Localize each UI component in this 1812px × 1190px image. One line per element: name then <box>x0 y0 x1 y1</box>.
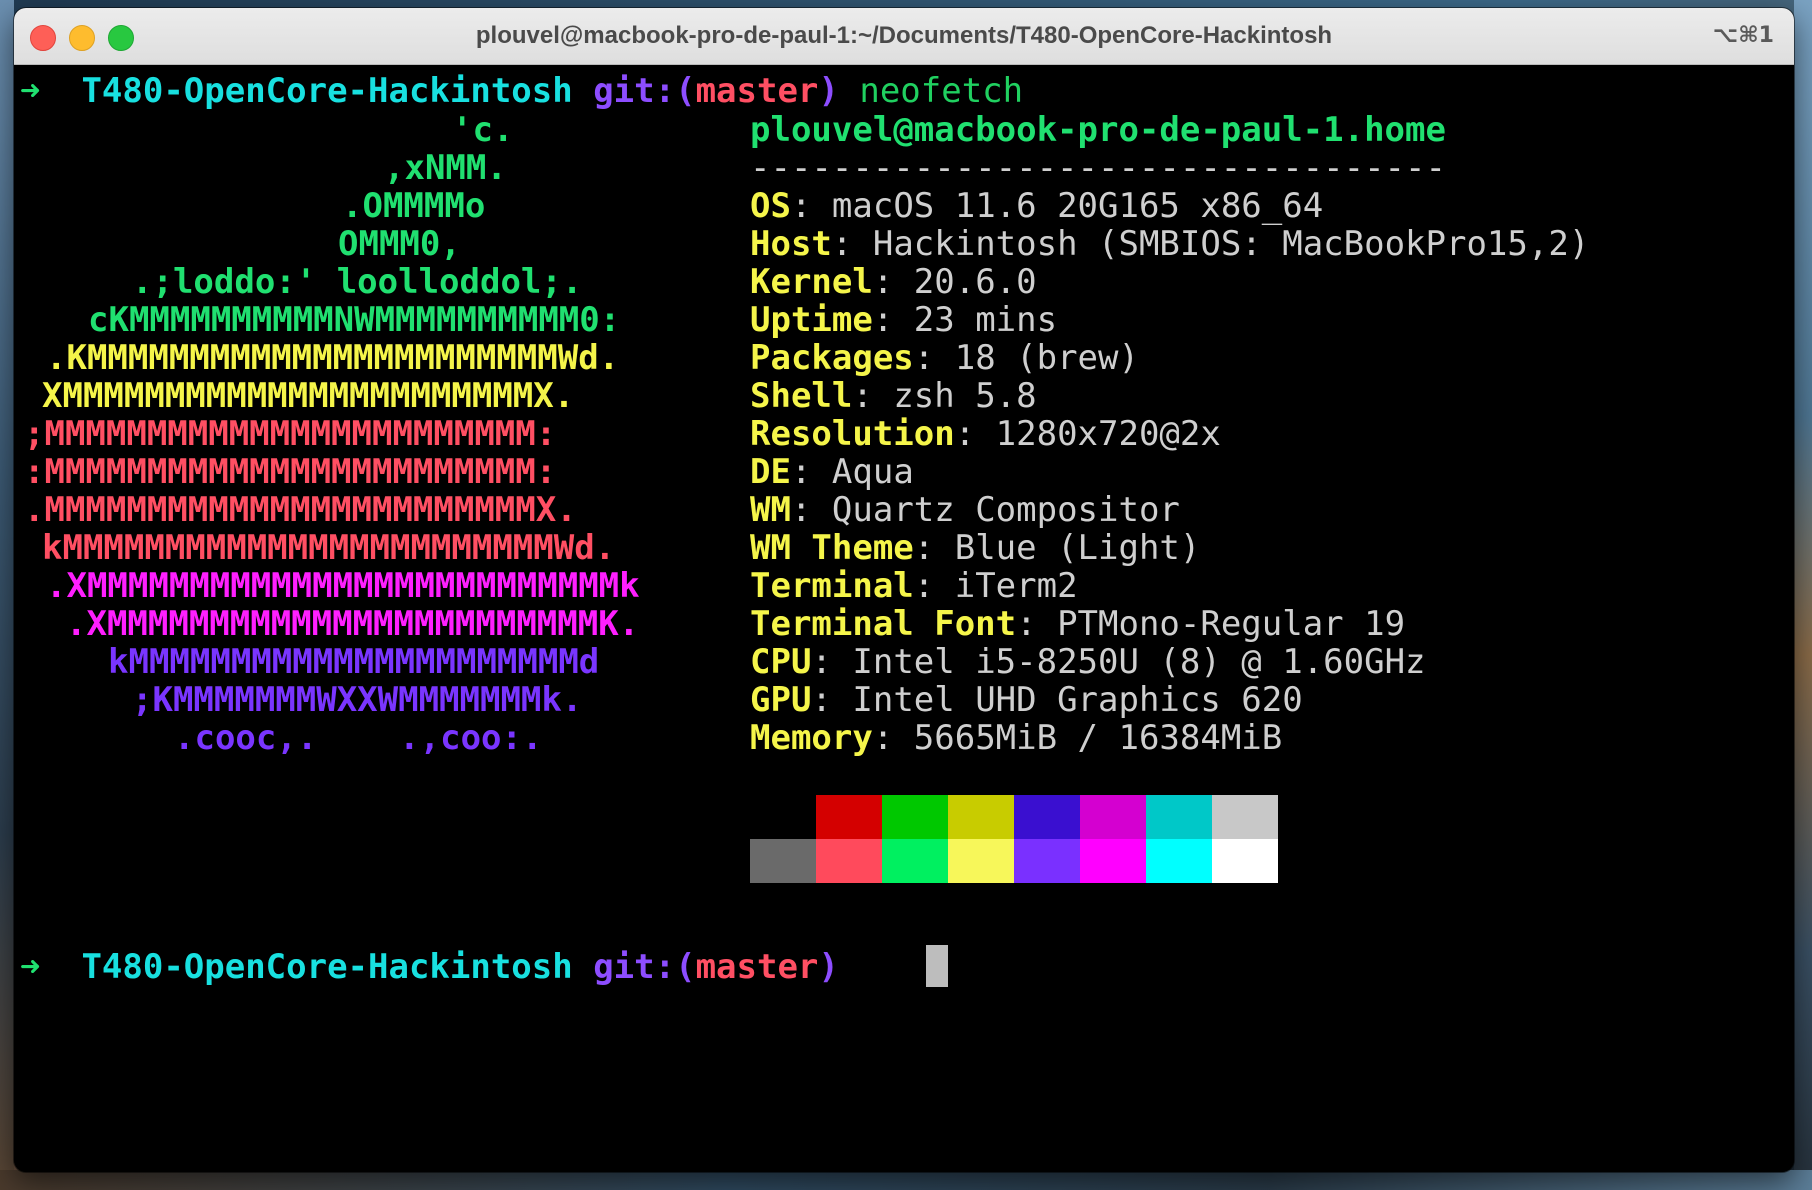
color-palette-bright <box>750 839 1278 883</box>
info-colon: : <box>790 490 832 530</box>
info-key: CPU <box>750 642 812 682</box>
desktop-wallpaper-right <box>1794 0 1812 1190</box>
color-swatch <box>882 795 948 839</box>
info-key: OS <box>750 186 791 226</box>
info-colon: : <box>872 718 914 758</box>
prompt-git-branch: master <box>695 71 819 111</box>
color-swatch <box>816 839 882 883</box>
info-value: Quartz Compositor <box>831 490 1180 530</box>
prompt-arrow-icon: ➜ <box>20 947 41 987</box>
info-colon: : <box>872 262 914 302</box>
color-swatch <box>1080 839 1146 883</box>
desktop-wallpaper-bottom <box>0 1170 1812 1190</box>
info-row: Memory: 5665MiB / 16384MiB <box>750 716 1282 760</box>
info-value: Intel i5-8250U (8) @ 1.60GHz <box>852 642 1426 682</box>
prompt-command: neofetch <box>859 71 1024 111</box>
info-colon: : <box>954 414 996 454</box>
info-colon: : <box>872 300 914 340</box>
info-value: Intel UHD Graphics 620 <box>852 680 1303 720</box>
info-key: Uptime <box>750 300 873 340</box>
prompt-git-suffix: ) <box>818 947 839 987</box>
info-key: WM <box>750 490 791 530</box>
color-swatch <box>816 795 882 839</box>
info-key: DE <box>750 452 791 492</box>
info-value: zsh 5.8 <box>893 376 1037 416</box>
logo-line: .cooc,. .,coo:. <box>174 718 543 758</box>
color-swatch <box>948 795 1014 839</box>
prompt-directory: T480-OpenCore-Hackintosh <box>81 947 573 987</box>
info-value: iTerm2 <box>954 566 1078 606</box>
info-key: Packages <box>750 338 914 378</box>
info-colon: : <box>852 376 894 416</box>
color-palette-normal <box>750 795 1278 839</box>
color-swatch <box>1212 839 1278 883</box>
info-key: Host <box>750 224 832 264</box>
terminal-output[interactable]: ➜ T480-OpenCore-Hackintosh git:(master) … <box>14 65 1794 1172</box>
info-value: Hackintosh (SMBIOS: MacBookPro15,2) <box>872 224 1590 264</box>
color-swatch <box>1146 839 1212 883</box>
window-shortcut-label: ⌥⌘1 <box>1712 23 1774 48</box>
info-value: 18 (brew) <box>954 338 1139 378</box>
terminal-window: plouvel@macbook-pro-de-paul-1:~/Document… <box>14 8 1794 1172</box>
prompt-line-1: ➜ T480-OpenCore-Hackintosh git:(master) … <box>20 69 1023 113</box>
color-swatch <box>1014 795 1080 839</box>
info-colon: : <box>831 224 873 264</box>
prompt-git-branch: master <box>695 947 819 987</box>
color-swatch <box>882 839 948 883</box>
info-key: Terminal <box>750 566 914 606</box>
prompt-git-prefix: git:( <box>593 71 696 111</box>
desktop-wallpaper-left <box>0 0 14 1190</box>
info-value: 23 mins <box>913 300 1058 340</box>
color-swatch <box>1212 795 1278 839</box>
info-colon: : <box>913 566 955 606</box>
prompt-arrow-icon: ➜ <box>20 71 41 111</box>
info-value: Blue (Light) <box>954 528 1201 568</box>
prompt-line-2: ➜ T480-OpenCore-Hackintosh git:(master) <box>20 945 839 989</box>
info-colon: : <box>790 186 832 226</box>
info-key: WM Theme <box>750 528 914 568</box>
color-swatch <box>750 839 816 883</box>
info-colon: : <box>811 642 853 682</box>
info-value: 5665MiB / 16384MiB <box>913 718 1283 758</box>
prompt-git-prefix: git:( <box>593 947 696 987</box>
info-colon: : <box>913 528 955 568</box>
info-key: Terminal Font <box>750 604 1017 644</box>
info-key: Resolution <box>750 414 955 454</box>
color-swatch <box>750 795 816 839</box>
info-value: 1280x720@2x <box>995 414 1221 454</box>
info-colon: : <box>913 338 955 378</box>
info-key: Memory <box>750 718 873 758</box>
color-swatch <box>1080 795 1146 839</box>
info-value: 20.6.0 <box>913 262 1037 302</box>
prompt-directory: T480-OpenCore-Hackintosh <box>81 71 573 111</box>
info-value: Aqua <box>831 452 914 492</box>
info-key: GPU <box>750 680 812 720</box>
info-key: Kernel <box>750 262 873 302</box>
window-title: plouvel@macbook-pro-de-paul-1:~/Document… <box>475 22 1333 49</box>
color-swatch <box>1146 795 1212 839</box>
info-colon: : <box>1016 604 1058 644</box>
info-key: Shell <box>750 376 853 416</box>
title-bar[interactable]: plouvel@macbook-pro-de-paul-1:~/Document… <box>14 8 1794 65</box>
prompt-git-suffix: ) <box>818 71 839 111</box>
info-value: macOS 11.6 20G165 x86_64 <box>831 186 1324 226</box>
info-value: PTMono-Regular 19 <box>1057 604 1406 644</box>
terminal-cursor[interactable] <box>926 945 948 987</box>
info-colon: : <box>790 452 832 492</box>
color-swatch <box>948 839 1014 883</box>
color-swatch <box>1014 839 1080 883</box>
info-colon: : <box>811 680 853 720</box>
